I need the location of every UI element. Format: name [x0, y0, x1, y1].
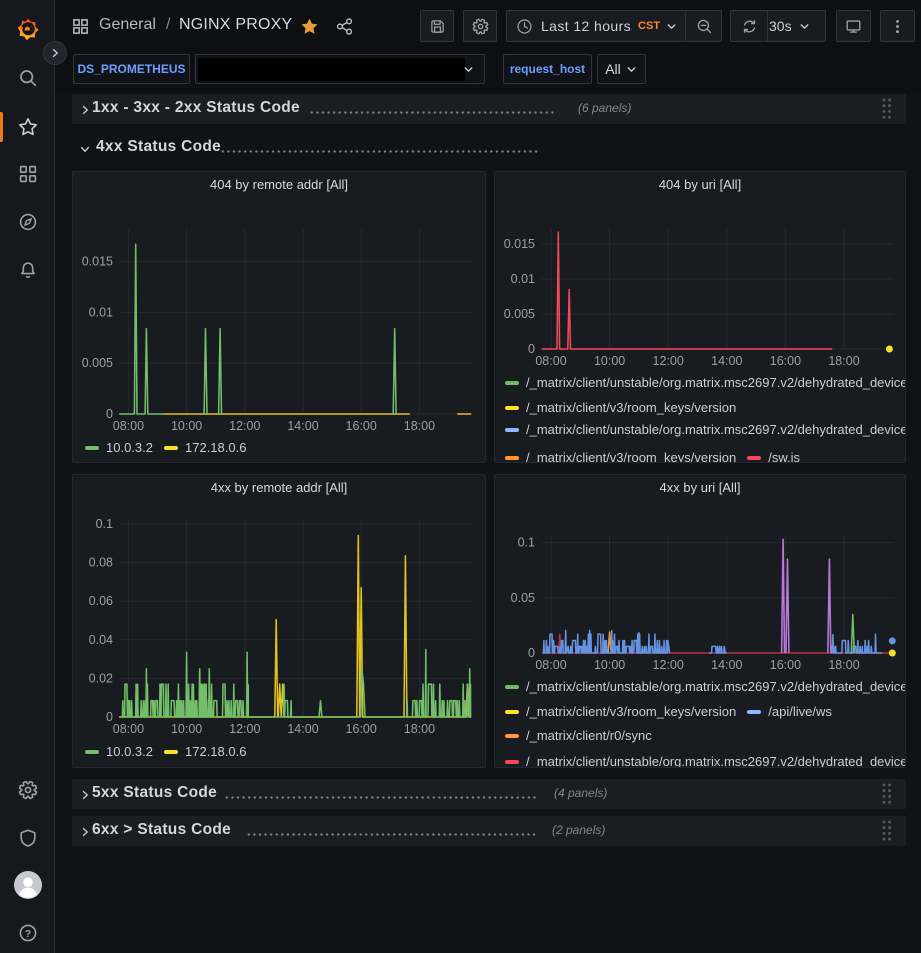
svg-text:10:00: 10:00 — [171, 722, 202, 736]
svg-text:16:00: 16:00 — [770, 658, 801, 672]
svg-text:08:00: 08:00 — [113, 419, 144, 433]
svg-text:0.1: 0.1 — [96, 517, 113, 531]
svg-text:08:00: 08:00 — [113, 722, 144, 736]
svg-text:12:00: 12:00 — [653, 354, 684, 368]
svg-text:08:00: 08:00 — [535, 658, 566, 672]
svg-text:0.04: 0.04 — [89, 633, 113, 647]
svg-text:0.015: 0.015 — [82, 255, 113, 269]
svg-text:18:00: 18:00 — [404, 419, 435, 433]
svg-text:0: 0 — [528, 342, 535, 356]
svg-text:12:00: 12:00 — [229, 419, 260, 433]
svg-text:10:00: 10:00 — [594, 658, 625, 672]
svg-text:0.005: 0.005 — [82, 356, 113, 370]
svg-text:0.01: 0.01 — [511, 272, 535, 286]
svg-text:0.06: 0.06 — [89, 594, 113, 608]
svg-text:16:00: 16:00 — [770, 354, 801, 368]
svg-text:18:00: 18:00 — [828, 658, 859, 672]
svg-text:10:00: 10:00 — [594, 354, 625, 368]
svg-text:0.01: 0.01 — [89, 305, 113, 319]
svg-text:18:00: 18:00 — [404, 722, 435, 736]
svg-text:0: 0 — [528, 646, 535, 660]
svg-text:0.02: 0.02 — [89, 671, 113, 685]
svg-text:18:00: 18:00 — [828, 354, 859, 368]
svg-text:08:00: 08:00 — [535, 354, 566, 368]
svg-text:14:00: 14:00 — [711, 658, 742, 672]
svg-text:?: ? — [24, 928, 30, 940]
svg-text:16:00: 16:00 — [346, 722, 377, 736]
svg-text:0.1: 0.1 — [518, 536, 535, 550]
svg-text:14:00: 14:00 — [287, 722, 318, 736]
svg-text:0.005: 0.005 — [504, 307, 535, 321]
svg-text:0.015: 0.015 — [504, 237, 535, 251]
svg-text:16:00: 16:00 — [346, 419, 377, 433]
svg-text:10:00: 10:00 — [171, 419, 202, 433]
svg-text:14:00: 14:00 — [711, 354, 742, 368]
svg-text:14:00: 14:00 — [287, 419, 318, 433]
svg-text:0.08: 0.08 — [89, 556, 113, 570]
svg-text:12:00: 12:00 — [229, 722, 260, 736]
svg-text:0.05: 0.05 — [511, 591, 535, 605]
svg-text:12:00: 12:00 — [653, 658, 684, 672]
